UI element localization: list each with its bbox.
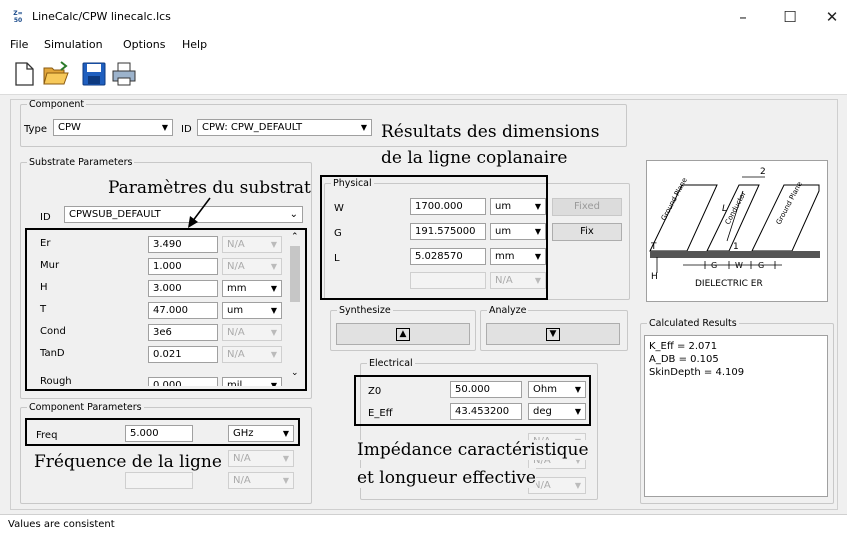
menu-options[interactable]: Options	[123, 38, 165, 51]
param-extra-input	[125, 472, 193, 489]
analyze-label: Analyze	[489, 305, 527, 316]
dim-g-label-left: G	[711, 261, 717, 270]
minimize-button[interactable]: –	[723, 6, 763, 28]
fixed-button: Fixed	[552, 198, 622, 216]
dim-1-label: 1	[733, 242, 739, 252]
chevron-down-icon: ▼	[360, 123, 367, 132]
freq-annotation-box	[25, 418, 300, 446]
close-button[interactable]: ✕	[812, 6, 847, 28]
component-params-title: Component Parameters	[29, 402, 142, 413]
result-line-a-db: A_DB = 0.105	[649, 354, 719, 365]
substrate-annotation-box	[25, 228, 307, 391]
electrical-group-title: Electrical	[369, 358, 413, 369]
calculated-results-title: Calculated Results	[649, 318, 737, 329]
cpw-cross-section-drawing: Ground Plane Conductor Ground Plane 2 1 …	[649, 167, 820, 289]
annotation-substrate: Paramètres du substrat	[108, 178, 311, 198]
annotation-dims-line2: de la ligne coplanaire	[381, 148, 568, 168]
dim-l-label: L	[722, 204, 727, 214]
param-extra-unit-1: N/A ▼	[228, 450, 294, 467]
open-folder-icon[interactable]	[42, 60, 70, 88]
window-title: LineCalc/CPW linecalc.lcs	[32, 10, 171, 23]
dielectric-label: DIELECTRIC ER	[695, 279, 763, 289]
physical-annotation-box	[320, 175, 548, 300]
title-bar: Z= 50 LineCalc/CPW linecalc.lcs – ☐ ✕	[0, 0, 847, 34]
chevron-down-icon: ▼	[282, 454, 289, 463]
chevron-down-icon: ▼	[282, 476, 289, 485]
analyze-button[interactable]: ▼	[486, 323, 620, 345]
dim-t-label: T	[650, 242, 657, 252]
annotation-imp-line2: et longueur effective	[357, 468, 536, 488]
menu-file[interactable]: File	[10, 38, 28, 51]
up-triangle-icon: ▲	[396, 328, 410, 341]
annotation-arrow-icon	[188, 197, 211, 228]
annotation-freq: Fréquence de la ligne	[34, 452, 224, 472]
electrical-extra-unit-3: N/A ▼	[528, 477, 586, 494]
down-triangle-icon: ▼	[546, 328, 560, 341]
dim-g-label-right: G	[758, 261, 764, 270]
param-extra-unit-2: N/A ▼	[228, 472, 294, 489]
substrate-group-title: Substrate Parameters	[29, 157, 133, 168]
chevron-down-icon: ▼	[574, 481, 581, 490]
substrate-id-select[interactable]: CPWSUB_DEFAULT ⌄	[64, 206, 303, 223]
result-line-k-eff: K_Eff = 2.071	[649, 341, 718, 352]
chevron-down-icon: ⌄	[289, 209, 298, 220]
type-select[interactable]: CPW ▼	[53, 119, 173, 136]
menu-help[interactable]: Help	[182, 38, 207, 51]
menu-simulation[interactable]: Simulation	[44, 38, 103, 51]
dim-h-label: H	[651, 272, 658, 282]
dim-2-label: 2	[760, 167, 766, 177]
annotation-imp-line1: Impédance caractéristique	[357, 440, 589, 460]
results-text-area[interactable]: K_Eff = 2.071 A_DB = 0.105 SkinDepth = 4…	[644, 335, 828, 497]
status-text: Values are consistent	[8, 519, 115, 530]
linecalc-app-icon: Z= 50	[13, 10, 23, 24]
print-icon[interactable]	[110, 60, 138, 88]
new-file-icon[interactable]	[10, 60, 38, 88]
component-group-title: Component	[29, 99, 85, 110]
save-icon[interactable]	[80, 60, 108, 88]
synthesize-label: Synthesize	[339, 305, 391, 316]
annotation-dims-line1: Résultats des dimensions	[381, 122, 600, 142]
cpw-diagram: Ground Plane Conductor Ground Plane 2 1 …	[646, 160, 828, 302]
maximize-button[interactable]: ☐	[770, 6, 810, 28]
toolbar	[0, 56, 847, 95]
fix-button[interactable]: Fix	[552, 223, 622, 241]
synthesize-button[interactable]: ▲	[336, 323, 470, 345]
chevron-down-icon: ▼	[161, 123, 168, 132]
status-bar: Values are consistent	[0, 514, 847, 536]
result-line-skin-depth: SkinDepth = 4.109	[649, 367, 745, 378]
dim-w-label: W	[735, 261, 743, 270]
type-label: Type	[24, 124, 47, 135]
electrical-annotation-box	[354, 375, 591, 426]
substrate-id-label: ID	[40, 212, 51, 223]
menu-bar: File Simulation Options Help	[0, 34, 847, 56]
component-id-select[interactable]: CPW: CPW_DEFAULT ▼	[197, 119, 372, 136]
component-id-label: ID	[181, 124, 192, 135]
